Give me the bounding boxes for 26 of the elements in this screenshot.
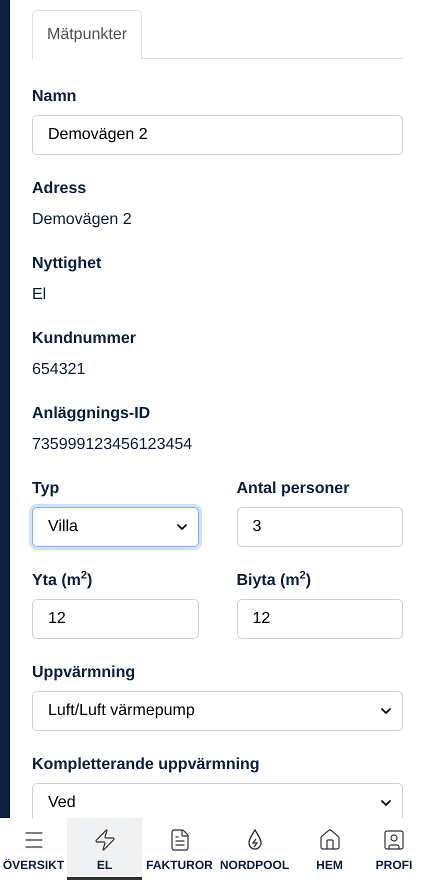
nav-item[interactable]: EL [67, 818, 142, 880]
field-label: Adress [32, 179, 88, 199]
field-label: Namn [32, 87, 78, 107]
input-field[interactable]: 12 [236, 599, 403, 639]
input-field[interactable]: 12 [32, 599, 198, 639]
field-label: Nyttighet [32, 254, 102, 274]
tab[interactable]: Mätpunkter [32, 10, 142, 59]
input-field[interactable]: 3 [236, 507, 403, 547]
field-value: El [32, 285, 48, 305]
field-label: Uppvärmning [32, 663, 136, 683]
field-label: Antal personer [236, 479, 350, 499]
input-field[interactable]: Demovägen 2 [32, 115, 403, 155]
house-icon [318, 828, 342, 852]
lightning-icon [92, 828, 116, 852]
field-label: Typ [32, 479, 60, 499]
id-card-icon [382, 828, 406, 852]
field-label: Biyta (m$^{2}$) [236, 571, 312, 591]
field-label: Anläggnings-ID [32, 404, 152, 424]
field-value: 735999123456123454 [32, 435, 194, 455]
field-value: Demovägen 2 [32, 210, 133, 230]
field-label: Kundnummer [32, 329, 137, 349]
select-field[interactable]: Luft/Luft värmepump [32, 691, 403, 731]
field-label: Kompletterande uppvärmning [32, 755, 261, 775]
field-value: 654321 [32, 360, 86, 380]
select-field[interactable]: Villa [32, 507, 198, 547]
field-label: Yta (m$^{2}$) [32, 571, 94, 591]
